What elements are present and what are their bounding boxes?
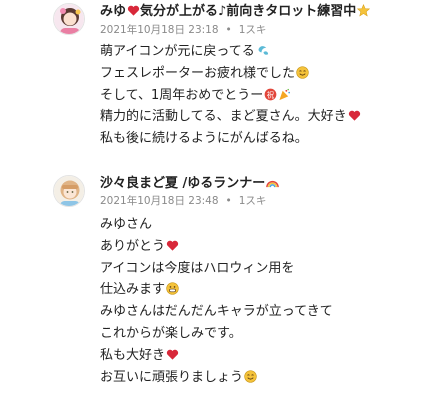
comment-line: アイコンは今度はハロウィン用を xyxy=(100,260,295,276)
congrats-icon: 祝 xyxy=(264,88,277,101)
heart-icon xyxy=(166,348,179,361)
sparkle-icon xyxy=(256,44,269,57)
comment-body: 萌アイコンが元に戻ってる フェスレポーターお疲れ様でした そして、1周年おめでと… xyxy=(100,41,361,150)
comment-line: 私も大好き xyxy=(100,345,333,367)
comment-author[interactable]: 沙々良まど夏 /ゆるランナー xyxy=(100,176,280,192)
separator-dot: • xyxy=(225,195,232,207)
star-icon xyxy=(357,4,371,17)
smile-icon xyxy=(296,66,309,79)
party-popper-icon xyxy=(278,88,291,101)
comment-line: そして、1周年おめでとうー祝 xyxy=(100,85,361,107)
comment-line: ありがとう xyxy=(100,236,333,258)
comment-line: 萌アイコンが元に戻ってる xyxy=(100,41,361,63)
comment-meta: 2021年10月18日 23:48 • 1スキ xyxy=(100,195,266,208)
comment-line: みゆさん xyxy=(100,217,153,232)
author-name: 沙々良まど夏 /ゆるランナー xyxy=(100,176,266,191)
comment-line: 私も後に続けるようにがんばるね。 xyxy=(100,131,308,147)
author-tagline: 気分が上がる♪前向きタロット練習中 xyxy=(140,4,357,19)
comment-line: お互いに頑張りましょう xyxy=(100,367,333,389)
avatar[interactable] xyxy=(53,175,85,207)
comment-line: 精力的に活動してる、まど夏さん。大好き xyxy=(100,106,361,128)
comment-body: みゆさん ありがとう アイコンは今度はハロウィン用を 仕込みます みゆさんはだん… xyxy=(100,214,333,388)
comment-date: 2021年10月18日 23:48 xyxy=(100,195,219,207)
heart-icon xyxy=(127,4,140,17)
like-count[interactable]: 1スキ xyxy=(239,195,267,207)
avatar[interactable] xyxy=(53,3,85,35)
heart-icon xyxy=(166,239,179,252)
comment-line: みゆさんはだんだんキャラが立ってきて xyxy=(100,304,333,320)
separator-dot: • xyxy=(225,24,232,36)
svg-text:祝: 祝 xyxy=(267,89,275,99)
comment-author[interactable]: みゆ 気分が上がる♪前向きタロット練習中 xyxy=(100,4,371,20)
like-count[interactable]: 1スキ xyxy=(239,24,267,36)
comment-date: 2021年10月18日 23:18 xyxy=(100,24,219,36)
rainbow-icon xyxy=(266,176,280,189)
grin-icon xyxy=(166,282,179,296)
smile-icon xyxy=(244,369,257,383)
comment-line: これからが楽しみです。 xyxy=(100,325,242,341)
comment-meta: 2021年10月18日 23:18 • 1スキ xyxy=(100,24,266,37)
comment-line: フェスレポーターお疲れ様でした xyxy=(100,63,361,85)
heart-icon xyxy=(348,109,361,122)
comment-line: 仕込みます xyxy=(100,279,333,301)
author-name: みゆ xyxy=(100,4,127,19)
